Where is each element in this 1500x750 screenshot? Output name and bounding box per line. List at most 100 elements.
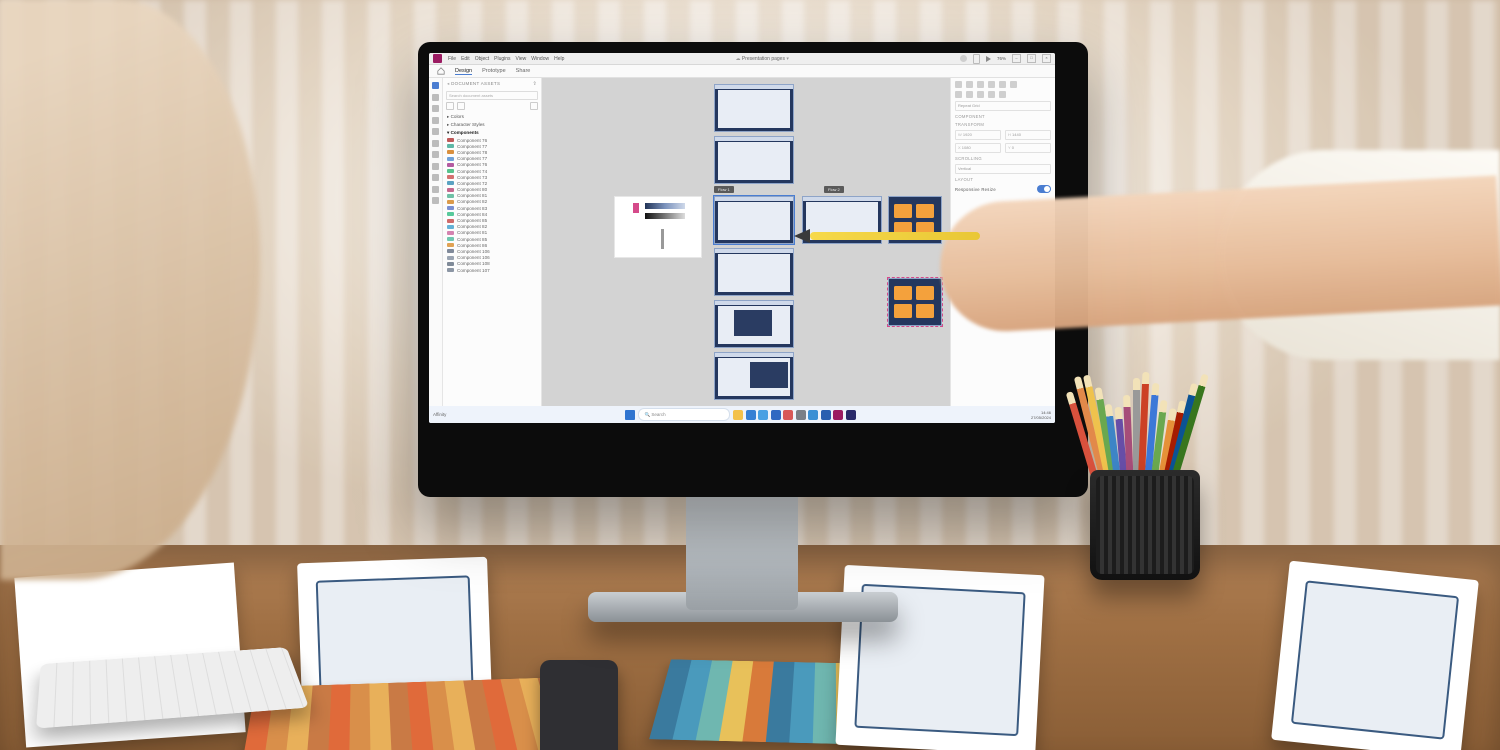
responsive-toggle[interactable] — [1037, 185, 1051, 193]
section-colors[interactable]: ▸ Colors — [443, 113, 541, 121]
add-asset-icon[interactable] — [530, 102, 538, 110]
pen-tool-icon[interactable] — [432, 140, 439, 147]
mobile-preview-icon[interactable] — [973, 54, 980, 64]
artboard-flow2-3[interactable] — [888, 278, 942, 326]
taskbar-app-ps[interactable] — [846, 410, 856, 420]
zoom-level[interactable]: 76% — [997, 56, 1006, 61]
align-tools-row — [955, 81, 1051, 88]
app-logo-icon[interactable] — [433, 54, 442, 63]
start-button[interactable] — [625, 410, 635, 420]
y-input[interactable]: Y 0 — [1005, 143, 1051, 153]
taskbar-app-word[interactable] — [821, 410, 831, 420]
flow-1-label[interactable]: Flow 1 — [714, 186, 734, 193]
flow-2-label[interactable]: Flow 2 — [824, 186, 844, 193]
flip-h-icon[interactable] — [977, 91, 984, 98]
close-button[interactable]: × — [1042, 54, 1051, 63]
windows-taskbar: Affinity 🔍 Search 14:46 27/05/2024 — [429, 406, 1055, 423]
align-vc-icon[interactable] — [999, 81, 1006, 88]
x-input[interactable]: X 1080 — [955, 143, 1001, 153]
maximize-button[interactable]: □ — [1027, 54, 1036, 63]
taskbar-app-edge[interactable] — [746, 410, 756, 420]
scrolling-label: SCROLLING — [955, 156, 1051, 161]
tab-design[interactable]: Design — [455, 68, 472, 75]
mode-tabs: Design Prototype Share — [429, 65, 1055, 78]
artboard-page-4[interactable] — [714, 248, 794, 296]
scrolling-select[interactable]: Vertical — [955, 164, 1051, 174]
menu-plugins[interactable]: Plugins — [494, 56, 510, 62]
assets-filter-row — [446, 102, 538, 110]
menu-help[interactable]: Help — [554, 56, 564, 62]
component-section-label: COMPONENT — [955, 114, 1051, 119]
text-tool-icon[interactable] — [432, 151, 439, 158]
menu-edit[interactable]: Edit — [461, 56, 470, 62]
responsive-resize-label: Responsive Resize — [955, 187, 996, 192]
tab-prototype[interactable]: Prototype — [482, 68, 506, 74]
artboard-page-3[interactable] — [714, 196, 794, 244]
photo-scene: File Edit Object Plugins View Window Hel… — [0, 0, 1500, 750]
artboard-color-reference[interactable] — [614, 196, 702, 258]
artboard-page-1[interactable] — [714, 84, 794, 132]
align-hc-icon[interactable] — [966, 81, 973, 88]
section-components[interactable]: ▾ Components — [443, 129, 541, 137]
taskbar-clock[interactable]: 14:46 27/05/2024 — [1031, 410, 1051, 420]
menu-bar: File Edit Object Plugins View Window Hel… — [448, 56, 564, 62]
rectangle-tool-icon[interactable] — [432, 94, 439, 101]
assets-share-icon[interactable]: ⇧ — [533, 81, 538, 87]
thumb-dark-1[interactable] — [734, 310, 772, 336]
align-right-icon[interactable] — [977, 81, 984, 88]
polygon-tool-icon[interactable] — [432, 117, 439, 124]
tool-column — [429, 78, 443, 408]
component-list[interactable]: Component 76Component 77Component 78Comp… — [443, 137, 541, 408]
zoom-tool-icon[interactable] — [432, 174, 439, 181]
artboard-tool-icon[interactable] — [432, 163, 439, 170]
repeat-grid-button[interactable]: Repeat Grid — [955, 101, 1051, 111]
list-view-icon[interactable] — [457, 102, 465, 110]
taskbar-app-photos[interactable] — [783, 410, 793, 420]
align-left-icon[interactable] — [955, 81, 962, 88]
play-icon[interactable] — [986, 56, 991, 62]
tab-share[interactable]: Share — [516, 68, 531, 74]
width-input[interactable]: W 1920 — [955, 130, 1001, 140]
taskbar-app-xd[interactable] — [833, 410, 843, 420]
height-input[interactable]: H 1440 — [1005, 130, 1051, 140]
line-tool-icon[interactable] — [432, 128, 439, 135]
taskbar-app-store[interactable] — [758, 410, 768, 420]
ellipse-tool-icon[interactable] — [432, 105, 439, 112]
pointing-pencil — [810, 232, 980, 240]
tablet-mockup-3 — [1271, 561, 1479, 750]
minimize-button[interactable]: – — [1012, 54, 1021, 63]
taskbar-app-mail[interactable] — [771, 410, 781, 420]
section-char-styles[interactable]: ▸ Character Styles — [443, 121, 541, 129]
assets-search-input[interactable]: Search document assets — [446, 91, 538, 100]
pencil-cup — [1090, 470, 1200, 580]
menu-view[interactable]: View — [516, 56, 527, 62]
taskbar-status: Affinity — [433, 412, 446, 417]
taskbar-app-explorer[interactable] — [733, 410, 743, 420]
dist-h-icon[interactable] — [955, 91, 962, 98]
document-title[interactable]: ☁ Presentation pages ▾ — [570, 56, 954, 62]
menu-file[interactable]: File — [448, 56, 456, 62]
menu-window[interactable]: Window — [531, 56, 549, 62]
select-tool-icon[interactable] — [432, 82, 439, 89]
layers-tool-icon[interactable] — [432, 197, 439, 204]
align-bottom-icon[interactable] — [1010, 81, 1017, 88]
invite-icon[interactable] — [960, 55, 967, 62]
taskbar-search-input[interactable]: 🔍 Search — [638, 408, 730, 421]
component-item[interactable]: Component 107 — [443, 267, 541, 273]
thumb-dark-2[interactable] — [750, 362, 788, 388]
transform-section-label: TRANSFORM — [955, 122, 1051, 127]
flip-v-icon[interactable] — [988, 91, 995, 98]
taskbar-app-settings[interactable] — [796, 410, 806, 420]
artboard-page-2[interactable] — [714, 136, 794, 184]
taskbar-app-vscode[interactable] — [808, 410, 818, 420]
dist-v-icon[interactable] — [966, 91, 973, 98]
assets-tool-icon[interactable] — [432, 186, 439, 193]
boolean-icon[interactable] — [999, 91, 1006, 98]
taskbar-apps — [733, 410, 856, 420]
app-titlebar: File Edit Object Plugins View Window Hel… — [429, 53, 1055, 65]
menu-object[interactable]: Object — [475, 56, 489, 62]
align-top-icon[interactable] — [988, 81, 995, 88]
filter-icon[interactable] — [446, 102, 454, 110]
canvas[interactable]: Flow 1 Flow 2 — [542, 78, 950, 408]
home-icon[interactable] — [437, 67, 445, 75]
